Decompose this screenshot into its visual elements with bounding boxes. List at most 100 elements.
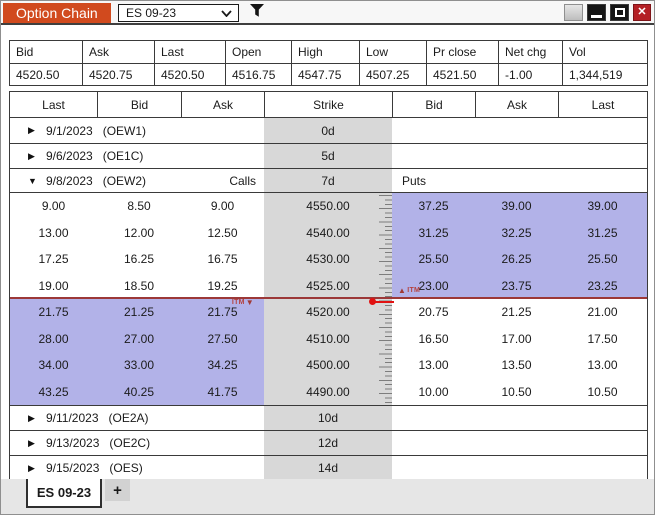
call-bid-cell: 18.50 <box>123 278 155 293</box>
call-bid-cell: 16.25 <box>123 252 155 267</box>
expiry-row-expanded[interactable]: ▼ 9/8/2023 (OEW2) Calls 7d Puts <box>10 168 647 193</box>
current-price-line <box>10 297 647 299</box>
option-row[interactable]: 43.25 40.25 41.75 4490.00 10.00 10.50 10… <box>10 379 647 406</box>
column-header[interactable]: Bid <box>392 92 475 117</box>
call-ask-cell: 21.75 <box>207 305 238 320</box>
option-row[interactable]: 9.00 8.50 9.00 4550.00 37.25 39.00 39.00 <box>10 193 647 220</box>
days-to-expiry: 14d <box>264 456 392 480</box>
put-ask-cell: 10.50 <box>501 384 532 399</box>
expand-arrow-icon[interactable]: ▶ <box>28 125 40 136</box>
titlebar[interactable]: Option Chain ES 09-23 ✕ <box>1 1 654 25</box>
days-to-expiry: 10d <box>264 406 392 430</box>
option-row[interactable]: 34.00 33.00 34.25 4500.00 13.00 13.50 13… <box>10 352 647 379</box>
expiry-row[interactable]: ▶ 9/15/2023 (OES) 14d <box>10 455 647 480</box>
option-chain-window: Option Chain ES 09-23 ✕ Bid Ask Last Ope… <box>0 0 655 515</box>
maximize-button[interactable] <box>610 4 629 21</box>
option-row[interactable]: 13.00 12.00 12.50 4540.00 31.25 32.25 31… <box>10 220 647 247</box>
window-title: Option Chain <box>3 3 111 23</box>
put-bid-cell: 37.25 <box>418 199 449 214</box>
put-ask-cell: 39.00 <box>501 199 532 214</box>
call-bid-cell: 27.00 <box>123 331 155 346</box>
call-ask-cell: 19.25 <box>207 278 238 293</box>
expiry-row[interactable]: ▶ 9/6/2023 (OE1C) 5d <box>10 143 647 168</box>
quote-field-value: 4520.75 <box>82 63 154 85</box>
column-header[interactable]: Ask <box>181 92 264 117</box>
put-last-cell: 17.50 <box>587 331 618 346</box>
minimize-icon <box>591 15 602 18</box>
call-last-cell: 43.25 <box>38 384 69 399</box>
quote-field-label: Last <box>154 41 225 63</box>
put-bid-cell: 10.00 <box>418 384 449 399</box>
days-to-expiry: 12d <box>264 431 392 455</box>
call-ask-cell: 16.75 <box>207 252 238 267</box>
quote-field-value: 1,344,519 <box>562 63 647 85</box>
expand-arrow-icon[interactable]: ▶ <box>28 438 40 449</box>
puts-section-label: Puts <box>402 173 427 188</box>
strike-cell: 4550.00 <box>306 199 350 214</box>
quote-field-value: 4520.50 <box>10 63 82 85</box>
put-ask-cell: 23.75 <box>501 278 532 293</box>
collapse-arrow-icon[interactable]: ▼ <box>28 176 40 186</box>
call-last-cell: 9.00 <box>41 199 66 214</box>
call-last-cell: 34.00 <box>38 358 69 373</box>
calls-section-label: Calls <box>229 173 256 188</box>
expiry-row[interactable]: ▶ 9/1/2023 (OEW1) 0d <box>10 118 647 143</box>
calls-itm-tag: ITM ▼ <box>232 299 254 307</box>
add-tab-button[interactable]: + <box>105 479 130 501</box>
put-ask-cell: 13.50 <box>501 358 532 373</box>
filter-button[interactable] <box>247 4 267 22</box>
call-ask-cell: 9.00 <box>210 199 235 214</box>
tab-es-09-23[interactable]: ES 09-23 <box>26 479 102 508</box>
column-header[interactable]: Bid <box>97 92 181 117</box>
column-header[interactable]: Last <box>10 92 97 117</box>
expiry-code: (OE2C) <box>109 436 151 450</box>
expiry-row[interactable]: ▶ 9/13/2023 (OE2C) 12d <box>10 430 647 455</box>
quote-field-value: 4547.75 <box>291 63 359 85</box>
close-button[interactable]: ✕ <box>633 4 651 21</box>
put-ask-cell: 21.25 <box>501 305 532 320</box>
expiry-code: (OES) <box>109 461 143 475</box>
option-row[interactable]: 28.00 27.00 27.50 4510.00 16.50 17.00 17… <box>10 326 647 353</box>
days-to-expiry: 7d <box>264 169 392 192</box>
instrument-select[interactable]: ES 09-23 <box>118 4 239 22</box>
strike-grid: 9.00 8.50 9.00 4550.00 37.25 39.00 39.00… <box>10 193 647 405</box>
call-ask-cell: 12.50 <box>207 225 238 240</box>
close-icon: ✕ <box>637 6 647 18</box>
column-header[interactable]: Ask <box>475 92 558 117</box>
minimize-button[interactable] <box>587 4 606 21</box>
quote-field-label: Pr close <box>426 41 498 63</box>
quote-field-label: Net chg <box>498 41 562 63</box>
column-header[interactable]: Last <box>558 92 647 117</box>
itm-triangle-up-icon: ▲ <box>398 286 407 295</box>
put-last-cell: 10.50 <box>587 384 618 399</box>
option-row[interactable]: 17.25 16.25 16.75 4530.00 25.50 26.25 25… <box>10 246 647 273</box>
expand-arrow-icon[interactable]: ▶ <box>28 151 40 162</box>
put-last-cell: 39.00 <box>587 199 618 214</box>
expand-arrow-icon[interactable]: ▶ <box>28 463 40 474</box>
expiry-date: 9/15/2023 <box>46 461 100 475</box>
put-bid-cell: 16.50 <box>418 331 449 346</box>
column-header[interactable]: Strike <box>264 92 392 117</box>
call-last-cell: 17.25 <box>38 252 69 267</box>
expiry-row[interactable]: ▶ 9/11/2023 (OE2A) 10d <box>10 405 647 430</box>
instrument-select-value: ES 09-23 <box>126 6 177 20</box>
option-row[interactable]: 21.75 21.25 21.75 4520.00 20.75 21.25 21… <box>10 299 647 326</box>
strike-cell: 4490.00 <box>306 384 350 399</box>
quote-field-label: Bid <box>16 45 34 59</box>
window-options-button[interactable] <box>564 4 583 21</box>
itm-label: ITM <box>407 287 421 294</box>
quote-field-value: -1.00 <box>498 63 562 85</box>
call-last-cell: 19.00 <box>38 278 69 293</box>
option-row[interactable]: 19.00 18.50 19.25 4525.00 23.00 23.75 23… <box>10 273 647 300</box>
call-last-cell: 13.00 <box>38 225 69 240</box>
strike-cell: 4540.00 <box>306 225 350 240</box>
expand-arrow-icon[interactable]: ▶ <box>28 413 40 424</box>
call-bid-cell: 33.00 <box>123 358 155 373</box>
quote-bar: Bid Ask Last Open High Low Pr close Net … <box>9 40 648 86</box>
expiry-code: (OE1C) <box>102 149 144 163</box>
strike-cell: 4525.00 <box>306 278 350 293</box>
quote-field-label: Low <box>359 41 426 63</box>
days-to-expiry: 0d <box>264 118 392 143</box>
call-bid-cell: 40.25 <box>123 384 155 399</box>
put-ask-cell: 26.25 <box>501 252 532 267</box>
